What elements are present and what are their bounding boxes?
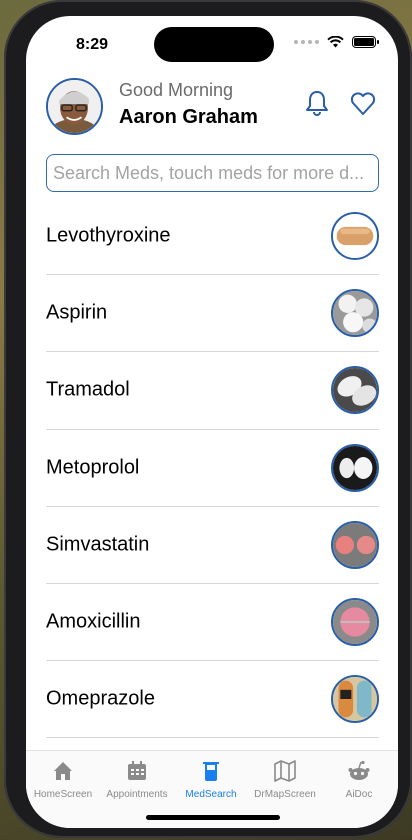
med-name: Amoxicillin <box>46 610 141 633</box>
white-round-tablets-icon[interactable] <box>331 289 379 338</box>
home-icon <box>54 762 72 780</box>
oblong-tan-tablet-icon[interactable] <box>331 212 379 261</box>
med-name: Tramadol <box>46 378 130 401</box>
greeting-text: Good Morning <box>119 80 234 100</box>
calendar-icon <box>128 761 146 780</box>
med-list: Levothyroxine Aspirin Tramadol Metoprolo… <box>46 198 379 739</box>
list-item[interactable]: Levothyroxine <box>46 198 379 276</box>
tab-aidoc[interactable]: AiDoc <box>322 759 396 800</box>
user-name: Aaron Graham <box>119 106 258 128</box>
tab-label: Appointments <box>106 789 168 800</box>
dynamic-island <box>154 27 274 62</box>
map-icon <box>274 760 296 782</box>
home-indicator[interactable] <box>146 815 280 820</box>
med-name: Levothyroxine <box>46 224 171 247</box>
pink-round-tablets-icon[interactable] <box>331 520 379 569</box>
signal-icon <box>294 40 319 44</box>
status-time: 8:29 <box>76 36 109 53</box>
tab-appointments[interactable]: Appointments <box>100 759 174 800</box>
tab-drmapscreen[interactable]: DrMapScreen <box>248 759 322 800</box>
robot-icon <box>348 760 370 780</box>
wifi-icon <box>327 36 344 48</box>
list-item[interactable]: Metoprolol <box>46 430 379 507</box>
tab-bar: HomeScreen Appointments MedSearch DrMapS… <box>26 750 398 828</box>
med-name: Omeprazole <box>46 687 155 710</box>
list-item[interactable]: Aspirin <box>46 275 379 353</box>
heart-icon[interactable] <box>348 88 378 118</box>
white-round-tablet-pair-icon[interactable] <box>331 443 379 492</box>
status-indicators <box>294 36 379 48</box>
tab-homescreen[interactable]: HomeScreen <box>26 759 100 800</box>
header: Good Morning Aaron Graham <box>46 78 380 135</box>
tab-label: HomeScreen <box>33 789 93 800</box>
tab-label: AiDoc <box>345 789 373 800</box>
med-name: Simvastatin <box>46 533 150 556</box>
pink-capsule-icon[interactable] <box>331 598 379 647</box>
tab-label: MedSearch <box>185 789 237 800</box>
list-item[interactable]: Simvastatin <box>46 507 379 584</box>
avatar[interactable] <box>46 78 103 135</box>
device-frame: 8:29 Good Morning Aaron Graham Search Me… <box>4 0 412 838</box>
list-item[interactable]: Omeprazole <box>46 661 379 739</box>
tab-medsearch[interactable]: MedSearch <box>174 759 248 800</box>
beaker-icon <box>203 762 219 781</box>
battery-icon <box>352 36 379 48</box>
avatar-image <box>48 80 101 133</box>
list-item[interactable]: Tramadol <box>46 352 379 430</box>
list-item[interactable]: Amoxicillin <box>46 584 379 662</box>
search-input[interactable] <box>46 154 379 192</box>
teal-orange-capsule-icon[interactable] <box>331 675 379 724</box>
bell-icon[interactable] <box>302 88 332 118</box>
med-name: Aspirin <box>46 301 108 324</box>
app-screen: 8:29 Good Morning Aaron Graham Search Me… <box>26 16 398 828</box>
white-oval-tablets-icon[interactable] <box>331 366 379 415</box>
med-name: Metoprolol <box>46 456 140 479</box>
tab-label: DrMapScreen <box>254 789 316 800</box>
